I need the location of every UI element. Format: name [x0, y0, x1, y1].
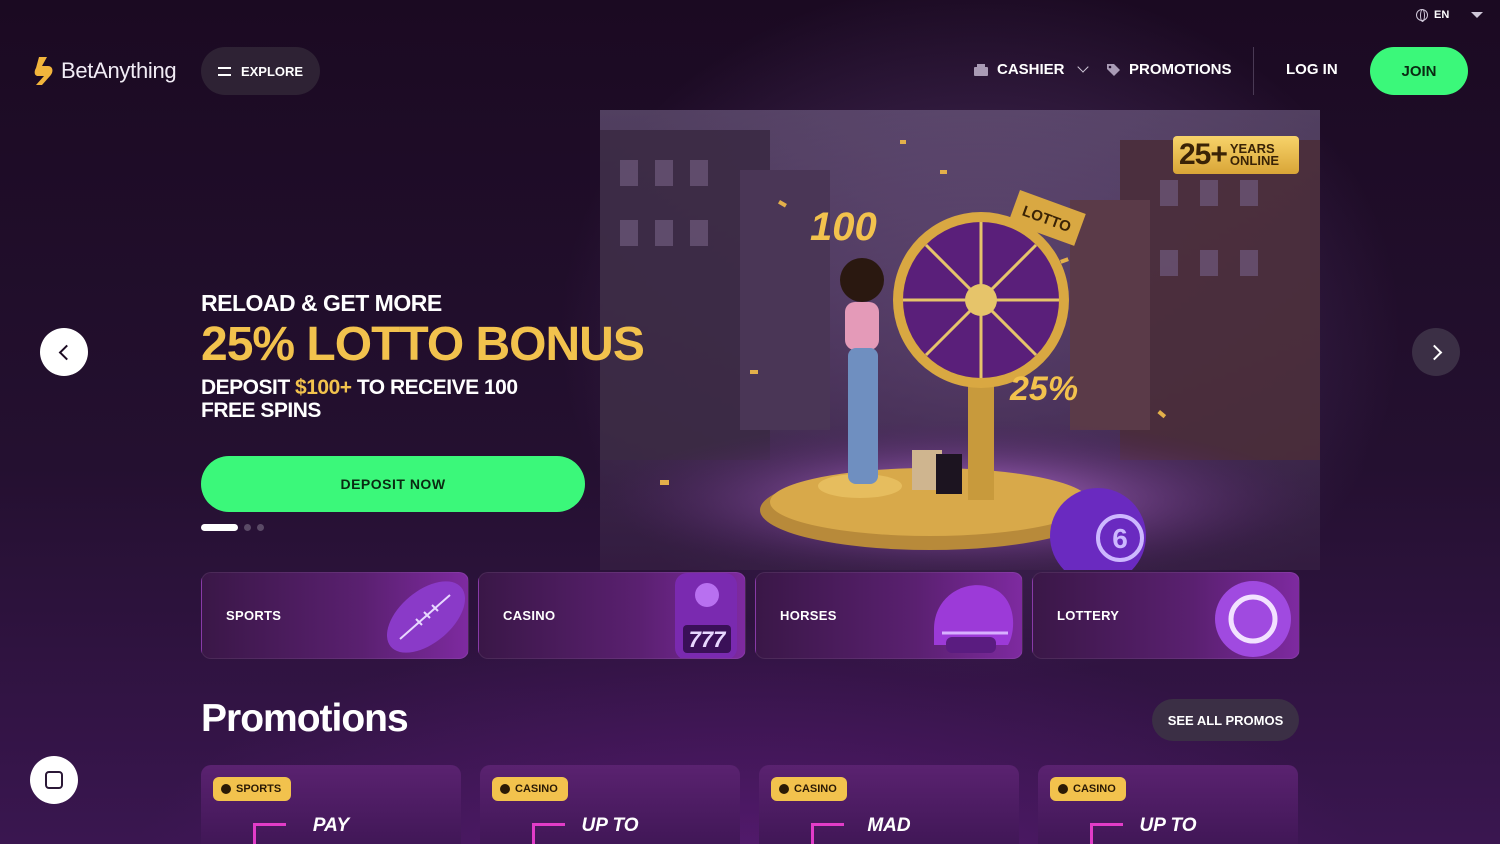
hero-eyebrow: RELOAD & GET MORE: [201, 290, 442, 316]
chat-widget-button[interactable]: [30, 756, 78, 804]
svg-text:6: 6: [1112, 523, 1128, 554]
nav-cashier[interactable]: CASHIER: [973, 61, 1089, 78]
carousel-dot-2[interactable]: [244, 524, 251, 531]
promo-category-chip: CASINO: [771, 777, 847, 801]
globe-icon: [1416, 9, 1428, 22]
promotions-nav-label: PROMOTIONS: [1129, 61, 1232, 78]
promo-card[interactable]: CASINO UP TO: [1038, 765, 1298, 844]
carousel-dots: [201, 524, 264, 531]
promo-category-chip: CASINO: [1050, 777, 1126, 801]
years-line2: ONLINE: [1229, 153, 1280, 168]
promo-card-title: UP TO: [480, 815, 740, 844]
spade-icon: [1058, 784, 1068, 794]
login-button[interactable]: LOG IN: [1286, 61, 1338, 78]
cashier-label: CASHIER: [997, 61, 1065, 78]
header-divider: [1253, 47, 1254, 95]
explore-label: EXPLORE: [240, 63, 304, 79]
chip-label: CASINO: [515, 783, 558, 795]
cashier-icon: [974, 63, 988, 76]
category-label: HORSES: [780, 608, 837, 623]
svg-text:777: 777: [689, 627, 727, 652]
sports-icon: [221, 784, 231, 794]
language-label: EN: [1434, 9, 1450, 21]
brand-logo[interactable]: BetAnything: [33, 55, 177, 87]
promo-category-chip: SPORTS: [213, 777, 292, 801]
promo-card[interactable]: CASINO UP TO: [480, 765, 740, 844]
years-text: YEARS ONLINE: [1229, 142, 1280, 168]
language-selector[interactable]: EN: [1416, 9, 1484, 22]
category-label: SPORTS: [226, 608, 282, 623]
svg-text:100: 100: [810, 205, 877, 249]
category-tile-horses[interactable]: HORSES: [755, 572, 1023, 659]
svg-text:25%: 25%: [1009, 370, 1078, 408]
chip-label: CASINO: [1073, 783, 1116, 795]
tag-icon: [1107, 63, 1120, 76]
carousel-dot-3[interactable]: [257, 524, 264, 531]
promo-card-title: MAD: [759, 815, 1019, 844]
explore-button[interactable]: EXPLORE: [201, 47, 320, 95]
sub-prefix: DEPOSIT: [201, 375, 296, 399]
nav-promotions[interactable]: PROMOTIONS: [1105, 61, 1232, 78]
logo-mark-icon: [34, 57, 53, 85]
promo-category-chip: CASINO: [492, 777, 568, 801]
chevron-down-icon: [1076, 61, 1089, 73]
chat-icon: [45, 771, 63, 789]
category-tiles: SPORTS CASINO 777 HORSES LOTTERY: [201, 572, 1300, 659]
brand-name: BetAnything: [61, 58, 177, 83]
lottery-ball-icon: [1215, 581, 1291, 657]
carousel-prev-button[interactable]: [40, 328, 88, 376]
carousel-next-button[interactable]: [1412, 328, 1460, 376]
carousel-dot-1[interactable]: [201, 524, 238, 531]
sub-highlight: $100+: [295, 375, 352, 399]
site-header: BetAnything EXPLORE CASHIER PROMOTIONS L…: [0, 47, 1500, 95]
jockey-helmet-icon: [934, 585, 1014, 653]
slot-machine-icon: 777: [675, 573, 737, 658]
see-all-promos-button[interactable]: SEE ALL PROMOS: [1152, 699, 1299, 741]
category-tile-casino[interactable]: CASINO 777: [478, 572, 746, 659]
football-icon: [386, 581, 466, 653]
promotions-heading: Promotions: [201, 697, 409, 740]
category-tile-lottery[interactable]: LOTTERY: [1032, 572, 1300, 659]
chevron-right-icon: [1426, 344, 1442, 360]
hero-subheadline: DEPOSIT $100+ TO RECEIVE 100 FREE SPINS: [201, 376, 561, 423]
join-button[interactable]: JOIN: [1370, 47, 1468, 95]
chip-label: SPORTS: [236, 783, 282, 795]
category-tile-sports[interactable]: SPORTS: [201, 572, 469, 659]
promo-card-title: PAY: [201, 815, 461, 844]
promo-card-title: UP TO: [1038, 815, 1298, 844]
spade-icon: [500, 784, 510, 794]
promo-card[interactable]: CASINO MAD: [759, 765, 1019, 844]
category-label: CASINO: [503, 608, 556, 623]
promo-card[interactable]: SPORTS PAY: [201, 765, 461, 844]
category-label: LOTTERY: [1057, 608, 1120, 623]
promotion-cards: SPORTS PAY CASINO UP TO CASINO MAD CASIN…: [201, 765, 1298, 844]
deposit-now-button[interactable]: DEPOSIT NOW: [201, 456, 585, 512]
years-number: 25+: [1179, 138, 1228, 171]
caret-down-icon: [1471, 12, 1484, 18]
menu-icon: [217, 66, 231, 76]
hero-copy: RELOAD & GET MORE 25% LOTTO BONUS DEPOSI…: [201, 290, 721, 423]
hero-headline: 25% LOTTO BONUS: [201, 318, 645, 371]
spade-icon: [779, 784, 789, 794]
chevron-left-icon: [58, 344, 74, 360]
years-online-badge: 25+ YEARS ONLINE: [1173, 136, 1299, 174]
chip-label: CASINO: [794, 783, 837, 795]
